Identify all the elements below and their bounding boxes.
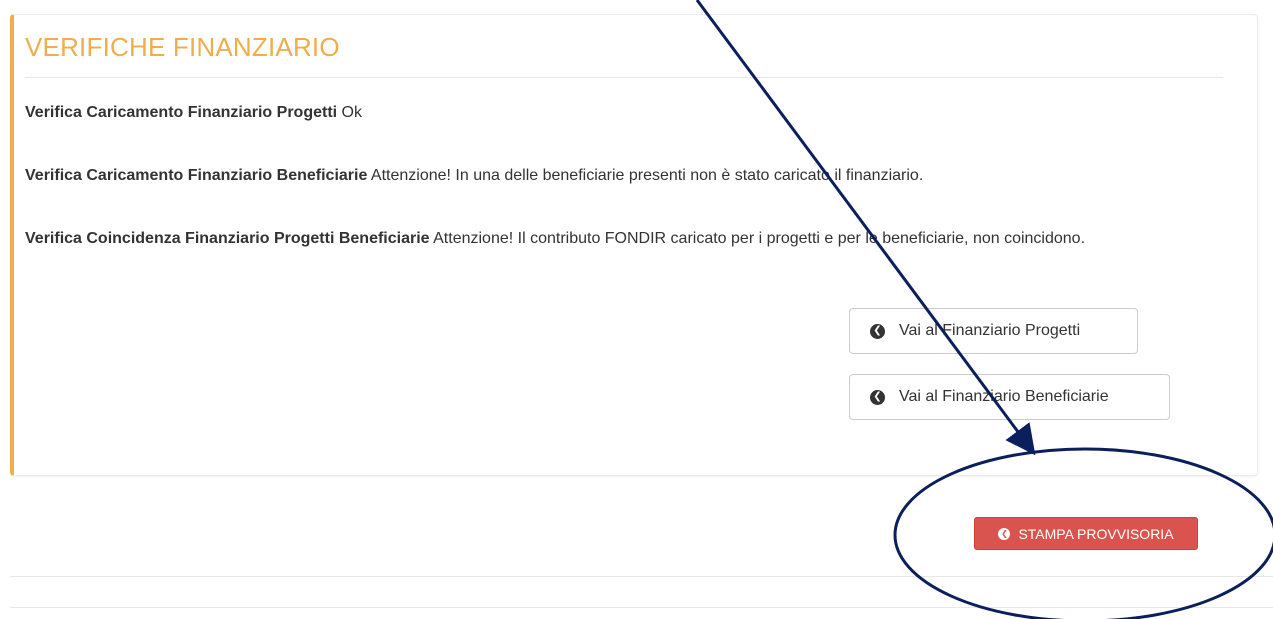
footer-divider bbox=[10, 607, 1273, 608]
check-result: Attenzione! Il contributo FONDIR caricat… bbox=[429, 230, 1086, 247]
vai-finanziario-progetti-button[interactable]: ❮ Vai al Finanziario Progetti bbox=[849, 308, 1138, 354]
print-button-label: STAMPA PROVVISORIA bbox=[1018, 525, 1174, 542]
page: VERIFICHE FINANZIARIO Verifica Caricamen… bbox=[0, 0, 1273, 619]
title-divider bbox=[25, 77, 1223, 78]
panel-title: VERIFICHE FINANZIARIO bbox=[25, 32, 340, 62]
check-result: Attenzione! In una delle beneficiarie pr… bbox=[367, 167, 924, 184]
button-label: Vai al Finanziario Progetti bbox=[899, 322, 1081, 339]
check-label: Verifica Caricamento Finanziario Benefic… bbox=[25, 167, 368, 184]
check-result: Ok bbox=[337, 104, 362, 121]
check-coincidenza: Verifica Coincidenza Finanziario Progett… bbox=[25, 226, 1220, 252]
check-progetti: Verifica Caricamento Finanziario Progett… bbox=[25, 100, 1220, 126]
vai-finanziario-beneficiarie-button[interactable]: ❮ Vai al Finanziario Beneficiarie bbox=[849, 374, 1170, 420]
stampa-provvisoria-button[interactable]: ❮ STAMPA PROVVISORIA bbox=[974, 517, 1198, 550]
check-label: Verifica Coincidenza Finanziario Progett… bbox=[25, 230, 430, 247]
check-label: Verifica Caricamento Finanziario Progett… bbox=[25, 104, 338, 121]
check-beneficiarie: Verifica Caricamento Finanziario Benefic… bbox=[25, 163, 1220, 189]
circle-arrow-left-icon: ❮ bbox=[998, 527, 1011, 540]
footer-divider bbox=[10, 576, 1273, 577]
circle-arrow-left-icon: ❮ bbox=[870, 389, 885, 405]
circle-arrow-left-icon: ❮ bbox=[870, 323, 885, 339]
button-label: Vai al Finanziario Beneficiarie bbox=[899, 388, 1109, 405]
